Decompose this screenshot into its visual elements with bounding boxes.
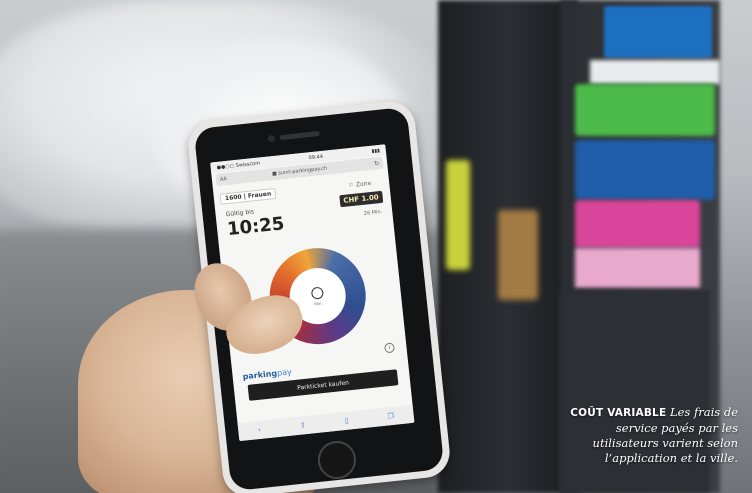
parkingpay-logo: parkingpay xyxy=(242,367,292,381)
bookmarks-icon[interactable]: ▯ xyxy=(344,417,349,425)
meter-orange-panel xyxy=(498,210,538,300)
dial-knob-icon[interactable] xyxy=(310,286,324,300)
duration-label: 26 Min. xyxy=(363,208,383,217)
text-size-button[interactable]: AA xyxy=(220,176,228,183)
info-icon[interactable]: i xyxy=(384,342,395,354)
status-time: 09:44 xyxy=(308,153,324,161)
meter-darkblue-sticker xyxy=(575,140,715,200)
photo: ●●○○ Swisscom 09:44 ▮▮▮ AA ■ sunrl.parki… xyxy=(0,0,752,493)
tabs-icon[interactable]: ❐ xyxy=(387,412,394,421)
meter-green-sticker xyxy=(575,84,715,136)
license-plate[interactable]: 1600 | Frauen xyxy=(219,187,277,205)
meter-white-sticker xyxy=(590,60,720,84)
meter-pink-sticker xyxy=(575,200,700,248)
back-icon[interactable]: ‹ xyxy=(258,426,262,434)
status-carrier: ●●○○ Swisscom xyxy=(216,159,261,171)
photo-caption: COÛT VARIABLE Les frais de service payés… xyxy=(558,405,738,466)
meter-lightpink-sticker xyxy=(575,248,700,288)
battery-icon: ▮▮▮ xyxy=(371,147,381,155)
dial-caption: Min. xyxy=(313,300,323,307)
meter-blue-sticker xyxy=(604,6,712,58)
share-icon[interactable]: ⇪ xyxy=(299,421,306,430)
logo-part-parking: parking xyxy=(242,368,278,382)
url-text: ■ sunrl.parkingpay.ch xyxy=(271,165,328,178)
logo-part-pay: pay xyxy=(276,367,293,378)
price-badge: CHF 1.00 xyxy=(338,190,384,208)
meter-yellow-panel xyxy=(446,160,470,270)
zone-selector[interactable]: ⚐ Zone xyxy=(348,180,371,189)
caption-heading: COÛT VARIABLE xyxy=(570,407,667,419)
reload-icon[interactable]: ↻ xyxy=(374,159,380,166)
valid-until-time: 10:25 xyxy=(226,213,286,241)
